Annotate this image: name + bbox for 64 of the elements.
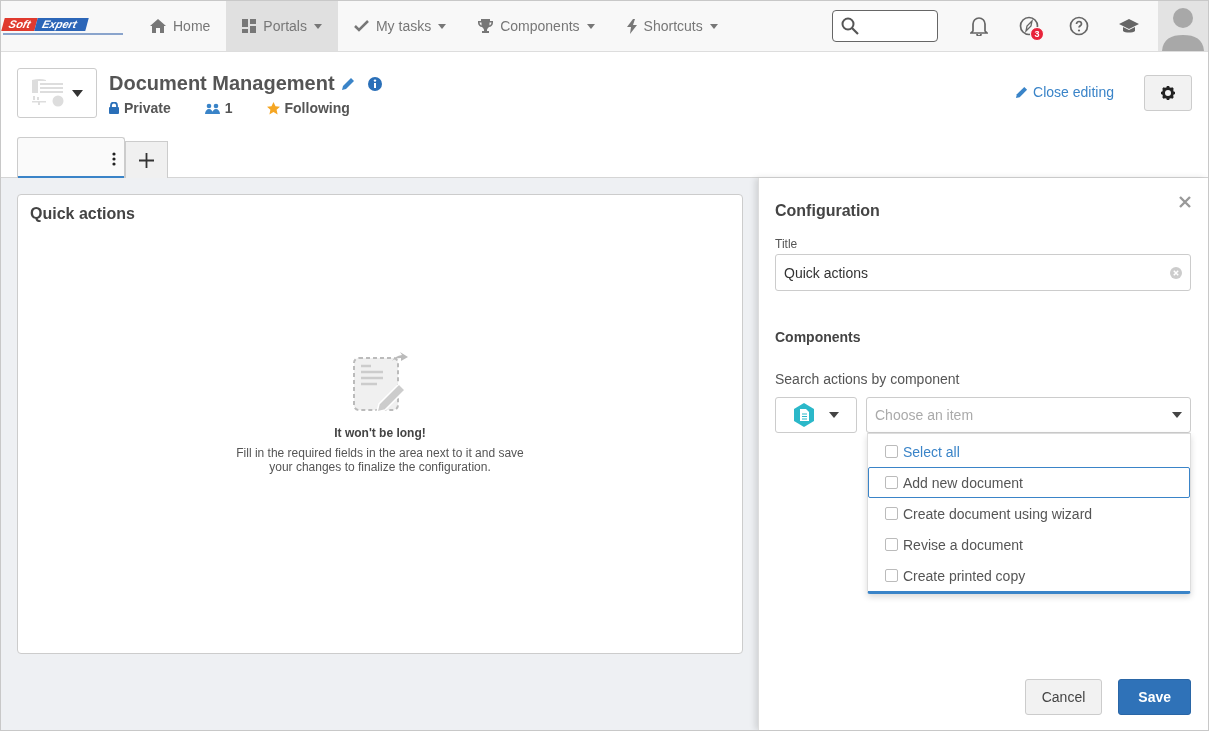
- vertical-dots-icon[interactable]: [112, 151, 116, 166]
- title-input-field[interactable]: Quick actions: [775, 254, 1191, 291]
- caret-icon: [1172, 412, 1182, 418]
- search-icon: [841, 17, 859, 35]
- dashboard-icon: [242, 19, 257, 33]
- dropdown-option[interactable]: Create document using wizard: [868, 498, 1190, 529]
- member-count: 1: [224, 100, 233, 116]
- compass-icon[interactable]: [1019, 16, 1039, 36]
- portal-layout-icon: [31, 79, 64, 107]
- users-icon: [204, 102, 220, 114]
- component-select[interactable]: [775, 397, 857, 433]
- settings-button[interactable]: [1144, 75, 1192, 111]
- field-label: Title: [775, 237, 799, 251]
- help-icon[interactable]: [1069, 16, 1089, 36]
- nav-menu-item[interactable]: Portals: [226, 1, 338, 51]
- caret-icon: [71, 89, 83, 97]
- add-tab-button[interactable]: [125, 141, 168, 179]
- empty-state-message: Fill in the required fields in the area next to it and save your changes to finalize the configuration.: [235, 446, 525, 474]
- search-field[interactable]: [832, 10, 938, 42]
- pencil-icon: [1015, 85, 1029, 99]
- checkbox[interactable]: [885, 476, 898, 489]
- checkbox[interactable]: [885, 507, 898, 520]
- settings-icon: [1161, 86, 1175, 100]
- nav-menu-item[interactable]: Shortcuts: [610, 1, 734, 51]
- company-logo[interactable]: Soft Expert: [1, 17, 125, 31]
- lightning-icon: [626, 18, 637, 34]
- bell-icon[interactable]: [970, 16, 988, 36]
- widget-title: Quick actions: [30, 205, 136, 223]
- user-avatar[interactable]: [1158, 1, 1208, 51]
- graduation-cap-icon[interactable]: [1119, 18, 1139, 34]
- panel-title: Configuration: [775, 202, 880, 220]
- privacy-label: Private: [124, 100, 171, 116]
- dropdown-option[interactable]: Add new document: [868, 467, 1190, 498]
- nav-menu-item[interactable]: Home: [134, 1, 227, 51]
- pencil-icon[interactable]: [340, 76, 355, 91]
- notification-badge: 3: [1030, 27, 1044, 41]
- nav-menu-item[interactable]: Components: [462, 1, 611, 51]
- select-all-option[interactable]: Select all: [868, 436, 1190, 467]
- info-icon[interactable]: [366, 75, 383, 92]
- lock-icon: [109, 102, 119, 114]
- nav-menu-item[interactable]: My tasks: [337, 1, 463, 51]
- close-icon[interactable]: [1179, 196, 1191, 208]
- page-tab[interactable]: [17, 137, 125, 179]
- document-hexagon-icon: [793, 403, 815, 427]
- checkbox[interactable]: [885, 445, 898, 458]
- check-icon: [353, 20, 369, 32]
- field-label: Search actions by component: [775, 371, 961, 387]
- save-button[interactable]: Save: [1118, 679, 1191, 715]
- dropdown-option[interactable]: Revise a document: [868, 529, 1190, 560]
- close-editing-link[interactable]: Close editing: [1015, 84, 1114, 100]
- home-icon: [150, 19, 166, 33]
- document-edit-drawing: [352, 352, 408, 412]
- cancel-button[interactable]: Cancel: [1024, 679, 1103, 715]
- checkbox[interactable]: [885, 538, 898, 551]
- empty-state-title: It won't be long!: [334, 426, 426, 440]
- following-status[interactable]: Following: [284, 100, 350, 116]
- star-icon: [266, 101, 280, 115]
- dropdown-option[interactable]: Create printed copy: [868, 560, 1190, 591]
- trophy-icon: [478, 19, 494, 33]
- plus-icon: [139, 153, 154, 168]
- portal-title: Document Management: [109, 72, 335, 95]
- checkbox[interactable]: [885, 569, 898, 582]
- section-heading: Components: [775, 329, 862, 345]
- caret-icon: [829, 412, 839, 418]
